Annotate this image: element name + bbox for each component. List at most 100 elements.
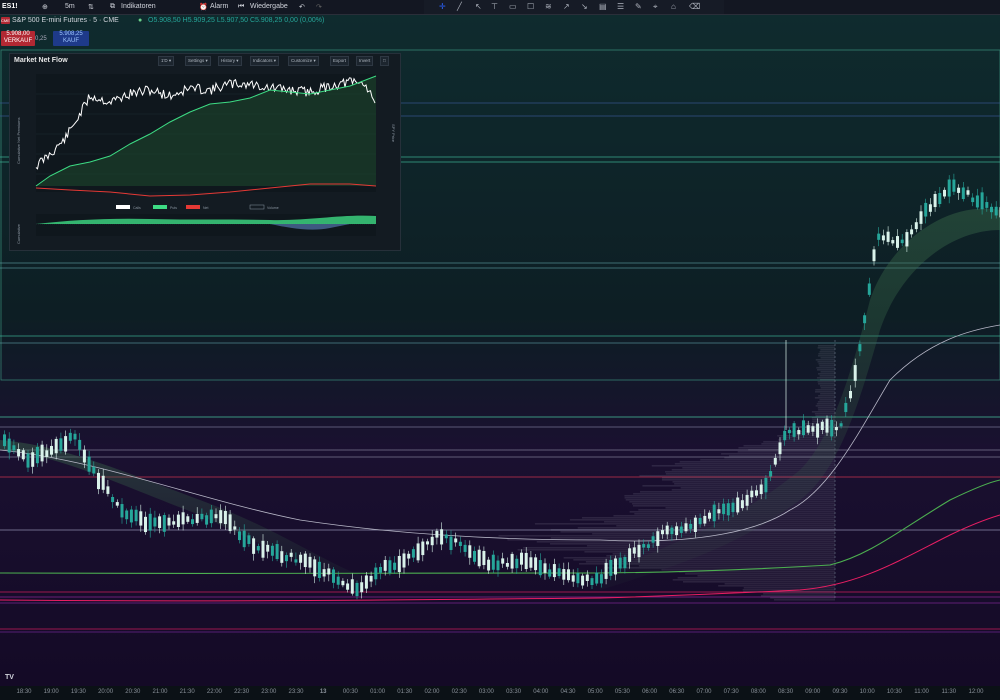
candle-body — [280, 551, 284, 563]
candle-body — [463, 544, 467, 552]
sell-button[interactable]: 5.908,00 VERKAUF — [1, 31, 35, 46]
candle-body — [35, 446, 39, 464]
candle-body — [223, 510, 227, 525]
replay-icon[interactable]: ⏮ — [238, 3, 244, 11]
candle-body — [764, 477, 768, 493]
candle-body — [679, 526, 683, 533]
pin-icon[interactable]: ⌖ — [653, 2, 658, 12]
square-icon[interactable]: ▭ — [509, 2, 517, 11]
brush-icon[interactable]: ✎ — [635, 2, 642, 11]
indicators-button[interactable]: Indikatoren — [121, 3, 156, 10]
candle-body — [994, 206, 998, 216]
replay-button[interactable]: Wiedergabe — [250, 3, 288, 10]
time-tick: 07:30 — [723, 689, 739, 695]
candle-body — [562, 569, 566, 580]
candle-body — [139, 511, 143, 526]
candle-body — [783, 430, 787, 441]
candle-body — [379, 567, 382, 573]
y-left-title: Cumulative Net Premiums — [16, 118, 21, 164]
candle-body — [792, 423, 796, 437]
interval-selector[interactable]: 5m — [65, 3, 75, 10]
measure-icon[interactable]: ↘ — [581, 2, 588, 11]
candle-body — [430, 536, 434, 546]
candle-body — [839, 423, 843, 427]
redo-icon[interactable]: ↷ — [316, 3, 322, 11]
candle-body — [585, 574, 589, 581]
time-tick: 08:30 — [778, 689, 794, 695]
buy-button[interactable]: 5.908,25 KAUF — [53, 31, 89, 46]
pattern-icon[interactable]: ☐ — [527, 2, 534, 11]
market-net-flow-panel[interactable]: Market Net Flow 1'D ▾ Settings ▾ History… — [9, 53, 401, 251]
alarm-button[interactable]: Alarm — [210, 3, 228, 10]
candle-body — [294, 559, 298, 563]
candle-body — [957, 187, 961, 193]
symbol-search[interactable]: ES1! — [2, 3, 18, 10]
candle-body — [844, 402, 848, 413]
candle-body — [26, 453, 30, 468]
candle-body — [599, 574, 603, 584]
candle-body — [689, 523, 693, 529]
time-axis: 18:30 19:00 19:30 20:00 20:30 21:00 21:30 22:00… — [0, 686, 1000, 700]
candle-body — [125, 510, 129, 520]
candle-body — [200, 513, 204, 520]
candle-body — [726, 503, 730, 516]
candle-body — [209, 509, 213, 524]
candle-body — [628, 548, 632, 562]
eraser-icon[interactable]: ⌫ — [689, 2, 700, 11]
candle-body — [656, 531, 660, 546]
volume-bar — [817, 369, 835, 371]
candle-body — [68, 432, 72, 441]
time-tick: 04:00 — [533, 689, 549, 695]
candle-body — [830, 419, 834, 437]
candle-body — [233, 526, 237, 530]
spread-value: 0,25 — [35, 36, 47, 42]
alarm-icon[interactable]: ⏰ — [199, 3, 208, 11]
fib-icon[interactable]: ≋ — [545, 2, 552, 11]
volume-bar — [817, 355, 835, 357]
candle-body — [181, 512, 185, 525]
volume-bar — [816, 367, 835, 369]
arrow-diag-icon[interactable]: ↗ — [563, 2, 570, 11]
candle-body — [863, 315, 867, 324]
arrow-icon[interactable]: ↖ — [475, 2, 482, 11]
candle-body — [515, 558, 519, 569]
candle-body — [275, 544, 279, 560]
candle-body — [317, 561, 321, 578]
volume-bar — [815, 405, 835, 407]
candle-body — [228, 514, 232, 532]
candle-body — [266, 544, 270, 552]
volume-bar — [612, 553, 835, 555]
candle-body — [736, 497, 740, 513]
candle-body — [303, 553, 307, 568]
exchange-logo: CME — [1, 17, 10, 24]
candle-body — [717, 509, 721, 514]
list-icon[interactable]: ☰ — [617, 2, 624, 11]
volume-bar — [820, 387, 835, 389]
rectangle-icon[interactable]: ⊤ — [491, 2, 498, 11]
candle-body — [900, 239, 904, 244]
volume-bar — [685, 573, 835, 575]
volume-bar — [820, 379, 835, 381]
time-tick: 09:30 — [832, 689, 848, 695]
candle-body — [867, 283, 871, 295]
candle-body — [571, 575, 575, 582]
volume-bar — [819, 385, 835, 387]
crosshair-icon[interactable]: ✛ — [439, 2, 446, 11]
candle-body — [411, 549, 415, 558]
candle-body — [567, 569, 570, 581]
note-icon[interactable]: ⌂ — [671, 2, 676, 11]
volume-bar — [815, 415, 835, 417]
add-symbol-icon[interactable]: ⊕ — [42, 3, 48, 11]
undo-icon[interactable]: ↶ — [299, 3, 305, 11]
candle-body — [393, 562, 397, 570]
time-tick: 07:00 — [696, 689, 712, 695]
net-flow-chart: Cumulative Net Premiums SPY Price Calls … — [16, 74, 396, 244]
candle-body — [896, 236, 899, 248]
candle-body — [510, 553, 514, 569]
trendline-icon[interactable]: ╱ — [457, 2, 462, 11]
ruler-icon[interactable]: ▤ — [599, 2, 607, 11]
indicators-icon[interactable]: ⧉ — [110, 3, 115, 11]
candle-body — [557, 568, 561, 577]
chart-type-icon[interactable]: ⇅ — [88, 3, 94, 11]
candle-body — [482, 550, 486, 566]
